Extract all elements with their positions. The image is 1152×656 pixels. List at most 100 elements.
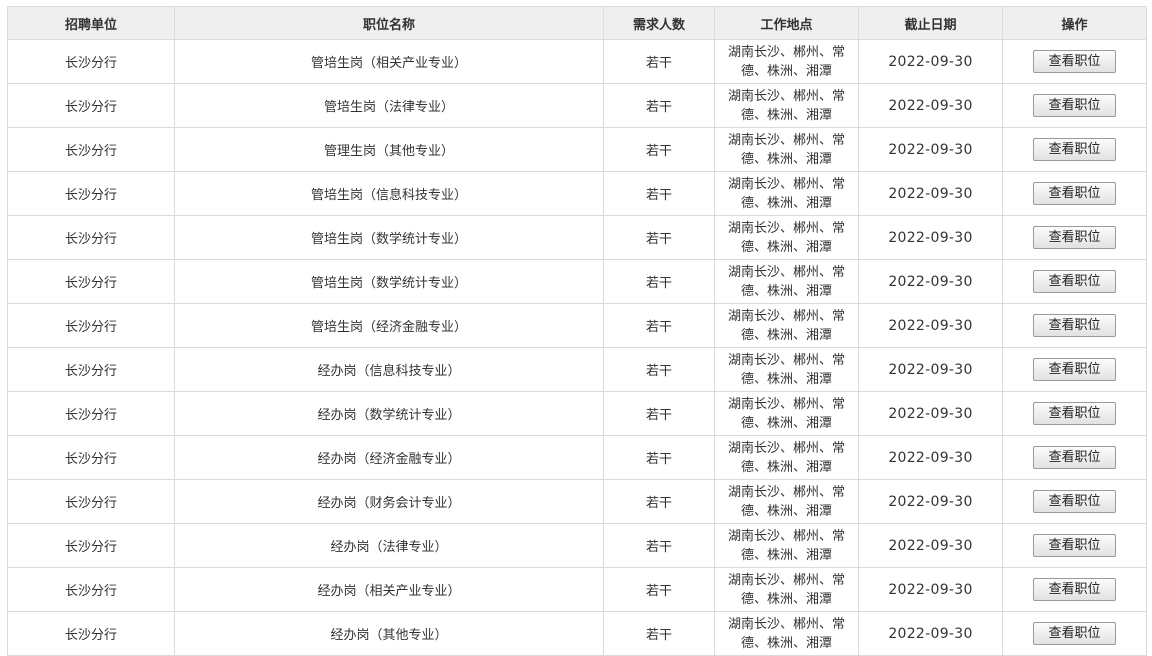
location-cell: 湖南长沙、郴州、常 德、株洲、湘潭 <box>714 83 859 128</box>
location-cell: 湖南长沙、郴州、常 德、株洲、湘潭 <box>714 39 859 84</box>
table-row: 长沙分行 经办岗（相关产业专业） 若干 湖南长沙、郴州、常 德、株洲、湘潭 2022-09… <box>7 567 1147 612</box>
view-position-button[interactable]: 查看职位 <box>1033 622 1116 645</box>
unit-cell: 长沙分行 <box>7 435 175 480</box>
deadline-cell: 2022-09-30 <box>858 171 1003 216</box>
table-row: 长沙分行 经办岗（数学统计专业） 若干 湖南长沙、郴州、常 德、株洲、湘潭 2022-09… <box>7 391 1147 436</box>
location-line: 湖南长沙、郴州、常 <box>727 88 845 104</box>
location-line: 德、株洲、湘潭 <box>740 503 832 519</box>
location-cell: 湖南长沙、郴州、常 德、株洲、湘潭 <box>714 391 859 436</box>
location-line: 湖南长沙、郴州、常 <box>727 352 845 368</box>
view-position-button[interactable]: 查看职位 <box>1033 358 1116 381</box>
header-position: 职位名称 <box>174 6 604 40</box>
deadline-cell: 2022-09-30 <box>858 303 1003 348</box>
position-cell: 管培生岗（信息科技专业） <box>174 171 604 216</box>
view-position-button[interactable]: 查看职位 <box>1033 50 1116 73</box>
view-position-button[interactable]: 查看职位 <box>1033 94 1116 117</box>
position-cell: 经办岗（其他专业） <box>174 611 604 656</box>
location-line: 湖南长沙、郴州、常 <box>727 264 845 280</box>
location-line: 湖南长沙、郴州、常 <box>727 484 845 500</box>
unit-cell: 长沙分行 <box>7 567 175 612</box>
unit-cell: 长沙分行 <box>7 39 175 84</box>
count-cell: 若干 <box>603 391 715 436</box>
view-position-button[interactable]: 查看职位 <box>1033 578 1116 601</box>
count-cell: 若干 <box>603 127 715 172</box>
position-cell: 经办岗（经济金融专业） <box>174 435 604 480</box>
location-cell: 湖南长沙、郴州、常 德、株洲、湘潭 <box>714 171 859 216</box>
job-listing-table: 招聘单位 职位名称 需求人数 工作地点 截止日期 操作 长沙分行 管培生岗（相关产… <box>7 6 1147 656</box>
action-cell: 查看职位 <box>1002 523 1147 568</box>
position-cell: 经办岗（数学统计专业） <box>174 391 604 436</box>
header-location: 工作地点 <box>714 6 859 40</box>
view-position-button[interactable]: 查看职位 <box>1033 314 1116 337</box>
count-cell: 若干 <box>603 303 715 348</box>
view-position-button[interactable]: 查看职位 <box>1033 490 1116 513</box>
location-cell: 湖南长沙、郴州、常 德、株洲、湘潭 <box>714 523 859 568</box>
unit-cell: 长沙分行 <box>7 83 175 128</box>
view-position-button[interactable]: 查看职位 <box>1033 534 1116 557</box>
action-cell: 查看职位 <box>1002 347 1147 392</box>
position-cell: 管培生岗（数学统计专业） <box>174 215 604 260</box>
unit-cell: 长沙分行 <box>7 303 175 348</box>
location-line: 德、株洲、湘潭 <box>740 635 832 651</box>
position-cell: 管理生岗（其他专业） <box>174 127 604 172</box>
table-header: 招聘单位 职位名称 需求人数 工作地点 截止日期 操作 <box>7 6 1147 40</box>
count-cell: 若干 <box>603 347 715 392</box>
view-position-button[interactable]: 查看职位 <box>1033 446 1116 469</box>
position-cell: 管培生岗（法律专业） <box>174 83 604 128</box>
location-line: 湖南长沙、郴州、常 <box>727 132 845 148</box>
count-cell: 若干 <box>603 259 715 304</box>
action-cell: 查看职位 <box>1002 259 1147 304</box>
action-cell: 查看职位 <box>1002 39 1147 84</box>
location-line: 德、株洲、湘潭 <box>740 195 832 211</box>
count-cell: 若干 <box>603 611 715 656</box>
table-row: 长沙分行 管培生岗（经济金融专业） 若干 湖南长沙、郴州、常 德、株洲、湘潭 2022-0… <box>7 303 1147 348</box>
count-cell: 若干 <box>603 215 715 260</box>
position-cell: 经办岗（法律专业） <box>174 523 604 568</box>
location-cell: 湖南长沙、郴州、常 德、株洲、湘潭 <box>714 215 859 260</box>
location-cell: 湖南长沙、郴州、常 德、株洲、湘潭 <box>714 127 859 172</box>
location-line: 湖南长沙、郴州、常 <box>727 616 845 632</box>
unit-cell: 长沙分行 <box>7 347 175 392</box>
action-cell: 查看职位 <box>1002 391 1147 436</box>
view-position-button[interactable]: 查看职位 <box>1033 270 1116 293</box>
deadline-cell: 2022-09-30 <box>858 611 1003 656</box>
table-row: 长沙分行 经办岗（信息科技专业） 若干 湖南长沙、郴州、常 德、株洲、湘潭 2022-09… <box>7 347 1147 392</box>
header-action: 操作 <box>1002 6 1147 40</box>
table-row: 长沙分行 经办岗（财务会计专业） 若干 湖南长沙、郴州、常 德、株洲、湘潭 2022-09… <box>7 479 1147 524</box>
count-cell: 若干 <box>603 435 715 480</box>
count-cell: 若干 <box>603 39 715 84</box>
location-line: 湖南长沙、郴州、常 <box>727 440 845 456</box>
action-cell: 查看职位 <box>1002 611 1147 656</box>
deadline-cell: 2022-09-30 <box>858 347 1003 392</box>
position-cell: 经办岗（相关产业专业） <box>174 567 604 612</box>
header-unit: 招聘单位 <box>7 6 175 40</box>
count-cell: 若干 <box>603 171 715 216</box>
location-cell: 湖南长沙、郴州、常 德、株洲、湘潭 <box>714 479 859 524</box>
location-line: 湖南长沙、郴州、常 <box>727 528 845 544</box>
unit-cell: 长沙分行 <box>7 479 175 524</box>
header-count: 需求人数 <box>603 6 715 40</box>
table-row: 长沙分行 经办岗（其他专业） 若干 湖南长沙、郴州、常 德、株洲、湘潭 2022-09-3… <box>7 611 1147 656</box>
count-cell: 若干 <box>603 479 715 524</box>
deadline-cell: 2022-09-30 <box>858 39 1003 84</box>
unit-cell: 长沙分行 <box>7 171 175 216</box>
deadline-cell: 2022-09-30 <box>858 567 1003 612</box>
view-position-button[interactable]: 查看职位 <box>1033 182 1116 205</box>
unit-cell: 长沙分行 <box>7 523 175 568</box>
location-line: 德、株洲、湘潭 <box>740 107 832 123</box>
action-cell: 查看职位 <box>1002 479 1147 524</box>
view-position-button[interactable]: 查看职位 <box>1033 402 1116 425</box>
location-line: 德、株洲、湘潭 <box>740 283 832 299</box>
view-position-button[interactable]: 查看职位 <box>1033 226 1116 249</box>
location-line: 德、株洲、湘潭 <box>740 63 832 79</box>
location-line: 德、株洲、湘潭 <box>740 415 832 431</box>
header-deadline: 截止日期 <box>858 6 1003 40</box>
location-cell: 湖南长沙、郴州、常 德、株洲、湘潭 <box>714 347 859 392</box>
deadline-cell: 2022-09-30 <box>858 435 1003 480</box>
table-row: 长沙分行 管培生岗（数学统计专业） 若干 湖南长沙、郴州、常 德、株洲、湘潭 2022-0… <box>7 215 1147 260</box>
view-position-button[interactable]: 查看职位 <box>1033 138 1116 161</box>
location-line: 湖南长沙、郴州、常 <box>727 308 845 324</box>
table-row: 长沙分行 管培生岗（法律专业） 若干 湖南长沙、郴州、常 德、株洲、湘潭 2022-09-… <box>7 83 1147 128</box>
table-row: 长沙分行 管培生岗（信息科技专业） 若干 湖南长沙、郴州、常 德、株洲、湘潭 2022-0… <box>7 171 1147 216</box>
deadline-cell: 2022-09-30 <box>858 523 1003 568</box>
